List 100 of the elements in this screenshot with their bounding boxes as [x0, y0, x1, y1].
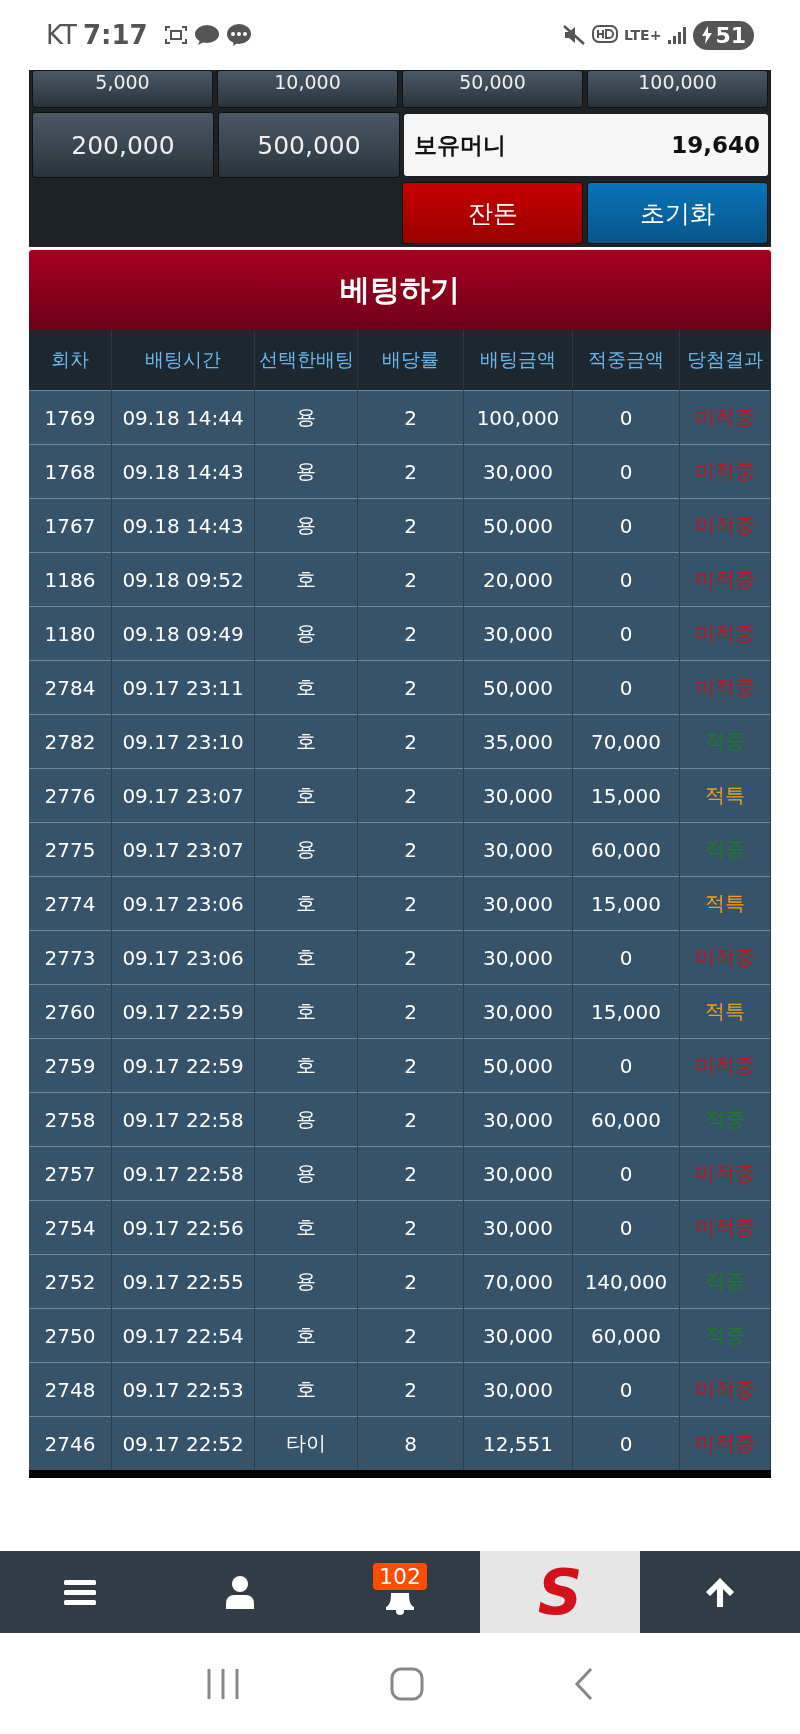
column-header: 적중금액 — [572, 330, 680, 391]
odds-cell: 2 — [357, 552, 464, 607]
payout-cell: 60,000 — [572, 1308, 680, 1363]
result-cell: 적중 — [679, 1254, 771, 1309]
balance-label: 보유머니 — [414, 130, 506, 160]
payout-cell: 0 — [572, 1146, 680, 1201]
amount-button[interactable]: 50,000 — [402, 70, 583, 108]
result-cell: 미적중 — [679, 1200, 771, 1255]
payout-cell: 0 — [572, 1200, 680, 1255]
column-header: 배팅시간 — [111, 330, 255, 391]
result-cell: 미적중 — [679, 1038, 771, 1093]
signal-icon — [667, 25, 688, 45]
bet-amount-cell: 20,000 — [463, 552, 573, 607]
result-cell: 적특 — [679, 984, 771, 1039]
result-cell: 미적중 — [679, 660, 771, 715]
balance-value: 19,640 — [671, 132, 760, 158]
result-cell: 적특 — [679, 768, 771, 823]
result-cell: 미적중 — [679, 444, 771, 499]
pick-cell: 용 — [254, 822, 358, 877]
time-cell: 09.17 22:55 — [111, 1254, 255, 1309]
odds-cell: 2 — [357, 714, 464, 769]
round-cell: 2774 — [29, 876, 112, 931]
column-header: 회차 — [29, 330, 112, 391]
payout-cell: 70,000 — [572, 714, 680, 769]
round-cell: 2773 — [29, 930, 112, 985]
column-header: 배당률 — [357, 330, 464, 391]
action-button[interactable]: 잔돈 — [402, 182, 583, 244]
round-cell: 1767 — [29, 498, 112, 553]
pick-cell: 호 — [254, 552, 358, 607]
bet-amount-cell: 12,551 — [463, 1416, 573, 1470]
pick-cell: 용 — [254, 498, 358, 553]
amount-button[interactable]: 500,000 — [218, 112, 400, 178]
bet-amount-cell: 30,000 — [463, 768, 573, 823]
result-cell: 적중 — [679, 822, 771, 877]
payout-cell: 0 — [572, 498, 680, 553]
pick-cell: 용 — [254, 444, 358, 499]
pick-cell: 호 — [254, 1200, 358, 1255]
column-header: 선택한배팅 — [254, 330, 358, 391]
time-cell: 09.17 22:53 — [111, 1362, 255, 1417]
chat-bubble-icon — [193, 24, 220, 46]
time-cell: 09.18 14:43 — [111, 444, 255, 499]
amount-button[interactable]: 10,000 — [217, 70, 398, 108]
result-cell: 적특 — [679, 876, 771, 931]
time-cell: 09.17 23:06 — [111, 876, 255, 931]
bet-amount-cell: 30,000 — [463, 930, 573, 985]
result-cell: 적중 — [679, 1092, 771, 1147]
time-cell: 09.17 22:56 — [111, 1200, 255, 1255]
amount-button[interactable]: 200,000 — [32, 112, 214, 178]
odds-cell: 2 — [357, 606, 464, 661]
round-cell: 2782 — [29, 714, 112, 769]
bet-amount-cell: 30,000 — [463, 1362, 573, 1417]
screenshot-icon — [163, 24, 188, 46]
bet-amount-cell: 30,000 — [463, 876, 573, 931]
odds-cell: 2 — [357, 390, 464, 445]
pick-cell: 호 — [254, 768, 358, 823]
bet-amount-cell: 50,000 — [463, 498, 573, 553]
pick-cell: 호 — [254, 1362, 358, 1417]
column-header: 배팅금액 — [463, 330, 573, 391]
bet-button[interactable]: 베팅하기 — [29, 250, 771, 330]
bet-amount-cell: 35,000 — [463, 714, 573, 769]
result-cell: 미적중 — [679, 1146, 771, 1201]
pick-cell: 타이 — [254, 1416, 358, 1470]
pick-cell: 호 — [254, 1308, 358, 1363]
payout-cell: 15,000 — [572, 768, 680, 823]
pick-cell: 호 — [254, 984, 358, 1039]
amount-button[interactable]: 5,000 — [32, 70, 213, 108]
payout-cell: 0 — [572, 390, 680, 445]
pick-cell: 용 — [254, 390, 358, 445]
time-cell: 09.17 23:11 — [111, 660, 255, 715]
payout-cell: 0 — [572, 930, 680, 985]
odds-cell: 2 — [357, 1092, 464, 1147]
odds-cell: 2 — [357, 984, 464, 1039]
home-icon[interactable] — [390, 1666, 424, 1701]
round-cell: 2754 — [29, 1200, 112, 1255]
amount-button[interactable]: 100,000 — [587, 70, 768, 108]
bet-amount-cell: 30,000 — [463, 1308, 573, 1363]
time-cell: 09.17 22:59 — [111, 1038, 255, 1093]
bet-amount-cell: 30,000 — [463, 822, 573, 877]
round-cell: 1768 — [29, 444, 112, 499]
action-button[interactable]: 초기화 — [587, 182, 768, 244]
payout-cell: 60,000 — [572, 822, 680, 877]
result-cell: 적중 — [679, 1308, 771, 1363]
odds-cell: 2 — [357, 498, 464, 553]
round-cell: 2748 — [29, 1362, 112, 1417]
hd-icon — [591, 24, 618, 46]
odds-cell: 2 — [357, 1146, 464, 1201]
odds-cell: 2 — [357, 1362, 464, 1417]
round-cell: 2746 — [29, 1416, 112, 1470]
odds-cell: 2 — [357, 930, 464, 985]
bet-amount-cell: 50,000 — [463, 1038, 573, 1093]
result-cell: 적중 — [679, 714, 771, 769]
pick-cell: 호 — [254, 1038, 358, 1093]
time-cell: 09.17 23:07 — [111, 768, 255, 823]
odds-cell: 8 — [357, 1416, 464, 1470]
round-cell: 1180 — [29, 606, 112, 661]
payout-cell: 0 — [572, 606, 680, 661]
payout-cell: 60,000 — [572, 1092, 680, 1147]
odds-cell: 2 — [357, 1254, 464, 1309]
network-label: LTE+ — [623, 27, 662, 43]
time-cell: 09.17 22:58 — [111, 1092, 255, 1147]
